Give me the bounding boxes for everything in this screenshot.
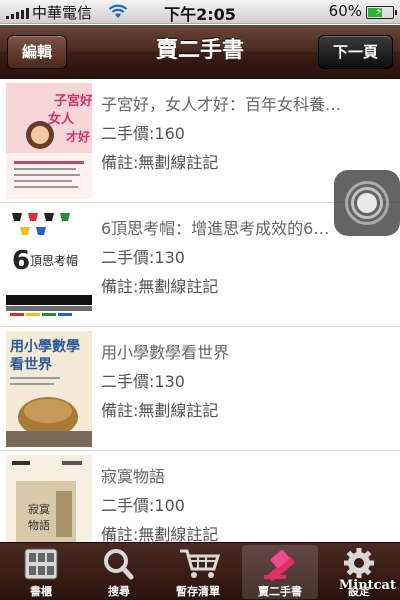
book-note: 備註:無劃線註記	[101, 401, 219, 420]
book-title: 用小學數學看世界	[101, 343, 230, 362]
tab-bookshelf[interactable]: 書櫃	[3, 545, 79, 599]
book-cover: 6 頂思考帽	[6, 207, 92, 323]
book-cover: 寂寞 物語	[6, 455, 92, 542]
book-info: 用小學數學看世界 二手價:130 備註:無劃線註記	[101, 338, 353, 425]
book-info: 6頂思考帽：增進思考成效的6… 二手價:130 備註:無劃線註記	[101, 214, 353, 301]
navigation-bar: 賣二手書 編輯 下一頁	[0, 25, 400, 79]
tab-label: 暫存清單	[176, 585, 220, 598]
book-info: 子宮好，女人才好：百年女科養… 二手價:160 備註:無劃線註記	[101, 90, 353, 177]
book-title: 6頂思考帽：增進思考成效的6…	[101, 219, 330, 238]
tab-label: 書櫃	[30, 585, 52, 598]
svg-text:物語: 物語	[28, 518, 50, 532]
battery-icon: ⚡	[366, 5, 397, 19]
book-note: 備註:無劃線註記	[101, 277, 219, 296]
list-item[interactable]: 用小學數學 看世界 用小學數學看世界 二手價:130 備註:無劃線註記	[0, 328, 400, 451]
gavel-icon	[264, 550, 295, 581]
battery-percent: 60%	[328, 2, 362, 20]
tab-sell-books[interactable]: 賣二手書	[242, 545, 318, 599]
bookshelf-icon	[24, 548, 58, 580]
search-icon	[104, 549, 134, 580]
tab-search[interactable]: 搜尋	[81, 545, 157, 599]
edit-button[interactable]: 編輯	[7, 35, 68, 69]
book-cover: 子宮好 女人 才好	[6, 83, 92, 199]
assistive-touch-button[interactable]	[334, 170, 400, 236]
svg-text:女人: 女人	[48, 111, 75, 127]
svg-text:用小學數學: 用小學數學	[10, 338, 80, 355]
book-note: 備註:無劃線註記	[101, 153, 219, 172]
book-price: 二手價:130	[101, 248, 185, 267]
book-info: 寂寞物語 二手價:100 備註:無劃線註記	[101, 462, 353, 542]
book-list[interactable]: 子宮好 女人 才好 子宮好，女人才好：百年女科養… 二手價:160 備註:無劃線…	[0, 80, 400, 542]
book-title: 寂寞物語	[101, 467, 166, 486]
list-item[interactable]: 寂寞 物語 寂寞物語 二手價:100 備註:無劃線註記	[0, 452, 400, 542]
assistive-core	[357, 193, 377, 213]
svg-text:寂寞: 寂寞	[28, 502, 50, 516]
book-price: 二手價:130	[101, 372, 185, 391]
svg-text:頂思考帽: 頂思考帽	[30, 253, 78, 268]
svg-text:看世界: 看世界	[9, 356, 53, 373]
tab-temp-list[interactable]: 暫存清單	[160, 545, 236, 599]
svg-text:才好: 才好	[66, 129, 90, 144]
status-bar: 中華電信 下午2:05 60% ⚡	[0, 0, 400, 24]
charging-bolt-icon: ⚡	[375, 5, 383, 18]
tab-label: 賣二手書	[258, 585, 302, 598]
book-price: 二手價:100	[101, 496, 185, 515]
next-page-button[interactable]: 下一頁	[317, 35, 393, 69]
book-note: 備註:無劃線註記	[101, 525, 219, 542]
svg-text:6: 6	[12, 246, 30, 276]
svg-text:子宮好: 子宮好	[54, 93, 92, 109]
cart-icon	[180, 549, 221, 578]
book-cover: 用小學數學 看世界	[6, 331, 92, 447]
tab-label: 搜尋	[108, 585, 130, 598]
book-title: 子宮好，女人才好：百年女科養…	[101, 95, 342, 114]
watermark: Mintcat	[338, 578, 396, 593]
book-price: 二手價:160	[101, 124, 185, 143]
gear-icon	[344, 548, 374, 578]
